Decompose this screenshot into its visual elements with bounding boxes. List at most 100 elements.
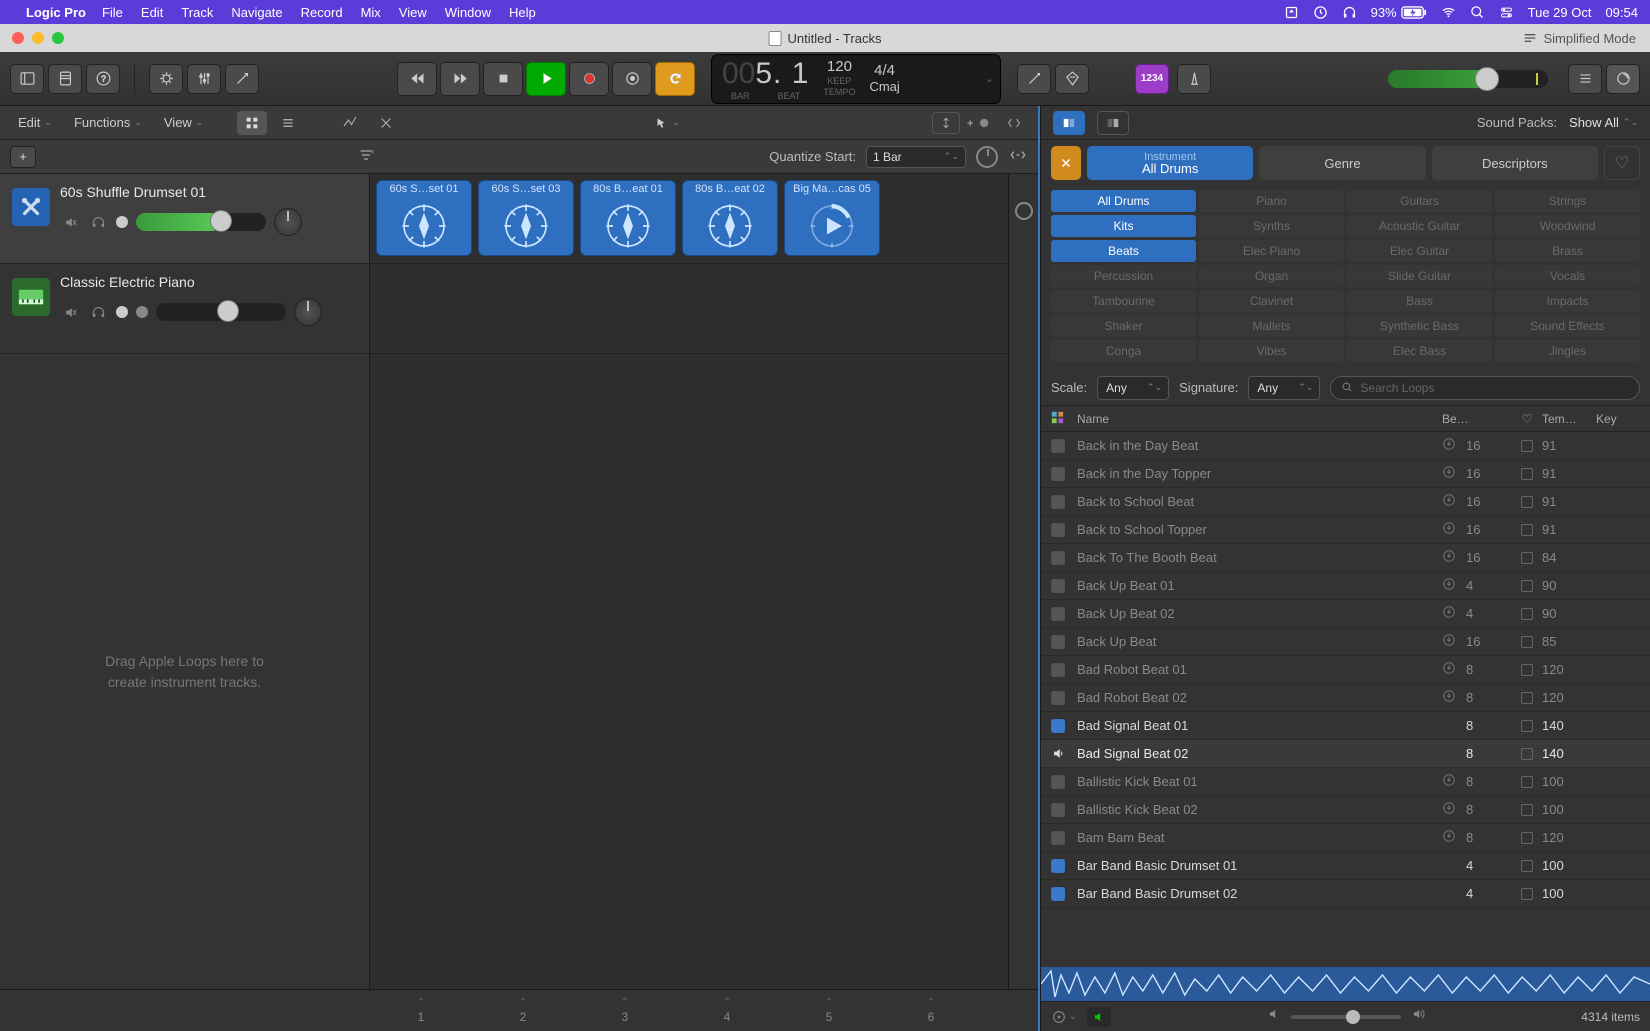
loop-row[interactable]: Back Up Beat 01 4 90 bbox=[1041, 572, 1650, 600]
window-minimize[interactable] bbox=[32, 32, 44, 44]
loop-row[interactable]: Bar Band Basic Drumset 01 4 100 bbox=[1041, 852, 1650, 880]
loop-favorite-checkbox[interactable] bbox=[1512, 552, 1542, 564]
download-icon[interactable] bbox=[1442, 689, 1466, 706]
forward-button[interactable] bbox=[440, 62, 480, 96]
tag-shaker[interactable]: Shaker bbox=[1051, 315, 1196, 337]
loop-favorite-checkbox[interactable] bbox=[1512, 580, 1542, 592]
status-battery[interactable]: 93% bbox=[1371, 5, 1427, 20]
loop-favorite-checkbox[interactable] bbox=[1512, 608, 1542, 620]
tuner-button[interactable] bbox=[1017, 64, 1051, 94]
mute-button-2[interactable] bbox=[60, 303, 80, 321]
search-loops-input[interactable]: Search Loops bbox=[1330, 376, 1640, 400]
loop-favorite-checkbox[interactable] bbox=[1512, 664, 1542, 676]
loop-favorite-checkbox[interactable] bbox=[1512, 468, 1542, 480]
flex-button[interactable] bbox=[371, 111, 401, 135]
edit-dropdown[interactable]: Edit⌄ bbox=[10, 112, 60, 133]
favorite-column-header[interactable]: ♡ bbox=[1512, 412, 1542, 426]
tag-conga[interactable]: Conga bbox=[1051, 340, 1196, 362]
download-icon[interactable] bbox=[1442, 661, 1466, 678]
loop-favorite-checkbox[interactable] bbox=[1512, 692, 1542, 704]
menu-mix[interactable]: Mix bbox=[361, 5, 381, 20]
tag-clavinet[interactable]: Clavinet bbox=[1199, 290, 1344, 312]
scale-select[interactable]: Any⌃⌄ bbox=[1097, 376, 1169, 400]
master-volume[interactable] bbox=[1388, 70, 1548, 88]
tag-strings[interactable]: Strings bbox=[1495, 190, 1640, 212]
loop-favorite-checkbox[interactable] bbox=[1512, 860, 1542, 872]
smart-controls-button[interactable] bbox=[149, 64, 183, 94]
simplified-mode-toggle[interactable]: Simplified Mode bbox=[1522, 30, 1650, 46]
loop-row[interactable]: Back in the Day Beat 16 91 bbox=[1041, 432, 1650, 460]
scene-trigger-6[interactable]: ⌃6 bbox=[880, 990, 982, 1031]
window-close[interactable] bbox=[12, 32, 24, 44]
quantize-timing-icon[interactable] bbox=[976, 146, 998, 168]
reset-filters-button[interactable] bbox=[1051, 146, 1081, 180]
lcd-chevron-icon[interactable]: ⌄ bbox=[985, 72, 994, 85]
loop-favorite-checkbox[interactable] bbox=[1512, 636, 1542, 648]
cell-5[interactable]: Big Ma…cas 05 bbox=[784, 180, 880, 256]
loop-list[interactable]: Back in the Day Beat 16 91 Back in the D… bbox=[1041, 432, 1650, 967]
mixer-button[interactable] bbox=[187, 64, 221, 94]
loop-row[interactable]: Ballistic Kick Beat 01 8 100 bbox=[1041, 768, 1650, 796]
loop-favorite-checkbox[interactable] bbox=[1512, 440, 1542, 452]
loop-favorite-checkbox[interactable] bbox=[1512, 720, 1542, 732]
tag-organ[interactable]: Organ bbox=[1199, 265, 1344, 287]
automation-button[interactable] bbox=[335, 111, 365, 135]
metronome-button[interactable] bbox=[1177, 64, 1211, 94]
preview-volume-slider[interactable] bbox=[1291, 1015, 1401, 1019]
tag-beats[interactable]: Beats bbox=[1051, 240, 1196, 262]
quantize-select[interactable]: 1 Bar⌃⌄ bbox=[866, 146, 966, 168]
loop-favorite-checkbox[interactable] bbox=[1512, 832, 1542, 844]
menu-view[interactable]: View bbox=[399, 5, 427, 20]
tag-piano[interactable]: Piano bbox=[1199, 190, 1344, 212]
input-monitor-2[interactable] bbox=[136, 306, 148, 318]
name-column-header[interactable]: Name bbox=[1077, 412, 1442, 426]
loop-type-column-icon[interactable] bbox=[1051, 411, 1077, 427]
status-wifi-icon[interactable] bbox=[1441, 5, 1456, 20]
vertical-auto-zoom[interactable] bbox=[932, 112, 960, 134]
scene-clock-icon[interactable] bbox=[1015, 202, 1033, 220]
status-control-center-icon[interactable] bbox=[1499, 5, 1514, 20]
loop-favorite-checkbox[interactable] bbox=[1512, 888, 1542, 900]
loop-favorite-checkbox[interactable] bbox=[1512, 776, 1542, 788]
download-icon[interactable] bbox=[1442, 829, 1466, 846]
divider-button[interactable] bbox=[1000, 112, 1028, 134]
cycle-button[interactable] bbox=[655, 62, 695, 96]
tag-sound-effects[interactable]: Sound Effects bbox=[1495, 315, 1640, 337]
quick-help-button[interactable]: ? bbox=[86, 64, 120, 94]
loop-row[interactable]: Back Up Beat 02 4 90 bbox=[1041, 600, 1650, 628]
mute-button-1[interactable] bbox=[60, 213, 80, 231]
record-button[interactable] bbox=[569, 62, 609, 96]
tag-kits[interactable]: Kits bbox=[1051, 215, 1196, 237]
signature-select[interactable]: Any⌃⌄ bbox=[1248, 376, 1320, 400]
filter-tab-genre[interactable]: Genre bbox=[1259, 146, 1425, 180]
status-time[interactable]: 09:54 bbox=[1605, 5, 1638, 20]
preview-speaker-on[interactable] bbox=[1087, 1007, 1111, 1027]
play-button[interactable] bbox=[526, 62, 566, 96]
tag-synths[interactable]: Synths bbox=[1199, 215, 1344, 237]
menu-edit[interactable]: Edit bbox=[141, 5, 163, 20]
scene-trigger-5[interactable]: ⌃5 bbox=[778, 990, 880, 1031]
editors-button[interactable] bbox=[225, 64, 259, 94]
tag-vibes[interactable]: Vibes bbox=[1199, 340, 1344, 362]
download-icon[interactable] bbox=[1442, 465, 1466, 482]
solo-button-2[interactable] bbox=[88, 303, 108, 321]
inspector-button[interactable] bbox=[48, 64, 82, 94]
tag-guitars[interactable]: Guitars bbox=[1347, 190, 1492, 212]
rewind-button[interactable] bbox=[397, 62, 437, 96]
loop-action-menu[interactable]: ⌄ bbox=[1051, 1009, 1077, 1025]
count-in-button[interactable]: 1234 bbox=[1135, 64, 1169, 94]
status-clock-icon[interactable] bbox=[1313, 5, 1328, 20]
favorites-filter-button[interactable]: ♡ bbox=[1604, 146, 1640, 180]
tag-jingles[interactable]: Jingles bbox=[1495, 340, 1640, 362]
tag-impacts[interactable]: Impacts bbox=[1495, 290, 1640, 312]
menu-file[interactable]: File bbox=[102, 5, 123, 20]
scene-trigger-2[interactable]: ⌃2 bbox=[472, 990, 574, 1031]
tag-bass[interactable]: Bass bbox=[1347, 290, 1492, 312]
loop-row[interactable]: Bad Robot Beat 02 8 120 bbox=[1041, 684, 1650, 712]
track-fader-2[interactable] bbox=[156, 303, 286, 321]
download-icon[interactable] bbox=[1442, 605, 1466, 622]
tag-slide-guitar[interactable]: Slide Guitar bbox=[1347, 265, 1492, 287]
scene-trigger-3[interactable]: ⌃3 bbox=[574, 990, 676, 1031]
zoom-slider[interactable] bbox=[966, 112, 994, 134]
cell-1[interactable]: 60s S…set 01 bbox=[376, 180, 472, 256]
